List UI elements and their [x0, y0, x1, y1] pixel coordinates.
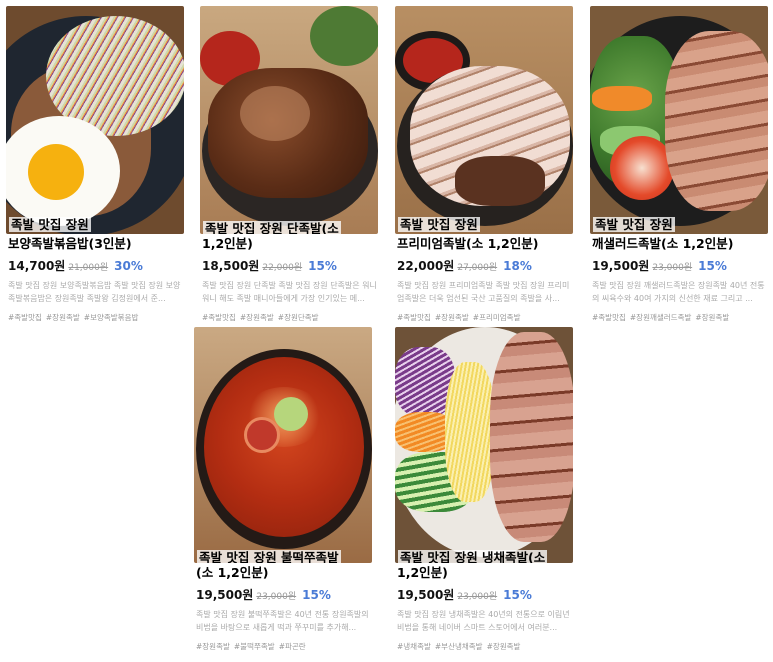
tag[interactable]: #족발맛집 [592, 313, 626, 322]
product-name[interactable]: 프리미엄족발(소 1,2인분) [395, 235, 573, 253]
cold-jokbal-image[interactable]: 족발 맛집 장원 냉채족발(소 [395, 327, 573, 563]
tag[interactable]: #냉채족발 [397, 642, 431, 651]
product-description: 족발 맛집 장원 냉채족발은 40년의 전통으로 이림년 비법을 통해 네이버 … [397, 610, 570, 632]
tag[interactable]: #족발맛집 [202, 313, 236, 322]
spicy-jokbal-image[interactable]: 족발 맛집 장원 불떡쭈족발 [194, 327, 372, 563]
product-store-name: 족발 맛집 장원 단족발(소 [203, 221, 341, 234]
product-tags: #족발맛집 #장원족발 #보양족발볶음밥 [6, 312, 184, 323]
product-discount: 15% [308, 259, 337, 273]
product-discount: 30% [114, 259, 143, 273]
product-card[interactable]: 족발 맛집 장원 불떡쭈족발 (소 1,2인분) 19,500원 23,000원 1… [194, 327, 372, 652]
product-card[interactable]: 족발 맛집 장원 냉채족발(소 1,2인분) 19,500원 23,000원 15%… [395, 327, 573, 652]
product-original-price: 23,000원 [652, 263, 693, 273]
product-original-price: 27,000원 [457, 263, 498, 273]
product-name[interactable]: 1,2인분) [395, 564, 573, 582]
tag[interactable]: #족발맛집 [397, 313, 431, 322]
product-price: 19,500원 [196, 588, 254, 602]
tag[interactable]: #장원족발 [240, 313, 274, 322]
tag[interactable]: #프리미엄족발 [473, 313, 521, 322]
product-card[interactable]: 족발 맛집 장원 프리미엄족발(소 1,2인분) 22,000원 27,000원 1… [395, 6, 573, 323]
fried-rice-with-egg-image[interactable]: 족발 맛집 장원 [6, 6, 184, 234]
tag[interactable]: #장원족발 [487, 642, 521, 651]
product-description: 족발 맛집 장원 보양족발볶음밥 족발 맛집 장원 보양족발볶음밥은 장원족발 … [8, 281, 181, 303]
product-description: 족발 맛집 장원 프리미엄족발 족발 맛집 장원 프리미엄족발은 더욱 엄선된 … [397, 281, 570, 303]
tag[interactable]: #보양족발볶음밥 [84, 313, 139, 322]
product-store-name: 족발 맛집 장원 불떡쭈족발 [197, 550, 341, 563]
tag[interactable]: #족발맛집 [8, 313, 42, 322]
tag[interactable]: #장원족발 [196, 642, 230, 651]
product-tags: #족발맛집 #장원족발 #프리미엄족발 [395, 312, 573, 323]
product-discount: 15% [503, 588, 532, 602]
tag[interactable]: #장원단족발 [278, 313, 319, 322]
tag[interactable]: #장원족발 [695, 313, 729, 322]
product-original-price: 23,000원 [256, 592, 297, 602]
salad-jokbal-image[interactable]: 족발 맛집 장원 [590, 6, 768, 234]
product-discount: 18% [503, 259, 532, 273]
product-tags: #족발맛집 #장원깨샐러드족발 #장원족발 [590, 312, 768, 323]
product-original-price: 22,000원 [262, 263, 303, 273]
premium-jokbal-image[interactable]: 족발 맛집 장원 [395, 6, 573, 234]
product-description: 족발 맛집 장원 단족발 족발 맛집 장원 단족발은 워니워니 해도 족발 매니… [202, 281, 377, 303]
product-original-price: 23,000원 [457, 592, 498, 602]
tag[interactable]: #불떡쭈족발 [234, 642, 275, 651]
product-store-name: 족발 맛집 장원 [398, 217, 480, 232]
product-card[interactable]: 족발 맛집 장원 보양족발볶음밥(3인분) 14,700원 21,000원 30% … [6, 6, 184, 323]
product-tags: #냉채족발 #부산냉채족발 #장원족발 [395, 641, 573, 652]
product-tags: #족발맛집 #장원족발 #장원단족발 [200, 312, 378, 323]
product-store-name: 족발 맛집 장원 냉채족발(소 [398, 550, 548, 563]
product-discount: 15% [698, 259, 727, 273]
tag[interactable]: #장원깨샐러드족발 [630, 313, 691, 322]
product-card[interactable]: 족발 맛집 장원 단족발(소 1,2인분) 18,500원 22,000원 15% … [200, 6, 378, 323]
product-name[interactable]: (소 1,2인분) [194, 564, 372, 582]
product-price: 19,500원 [592, 259, 650, 273]
product-name[interactable]: 보양족발볶음밥(3인분) [6, 235, 184, 253]
product-card[interactable]: 족발 맛집 장원 깨샐러드족발(소 1,2인분) 19,500원 23,000원 1… [590, 6, 768, 323]
product-name[interactable]: 깨샐러드족발(소 1,2인분) [590, 235, 768, 253]
sweet-jokbal-image[interactable]: 족발 맛집 장원 단족발(소 [200, 6, 378, 234]
tag[interactable]: #파곤란 [279, 642, 306, 651]
product-discount: 15% [302, 588, 331, 602]
product-store-name: 족발 맛집 장원 [593, 217, 675, 232]
product-description: 족발 맛집 장원 깨샐러드족발은 장원족발 40년 전통의 씨육수와 40여 가… [592, 281, 765, 303]
product-name[interactable]: 1,2인분) [200, 235, 378, 253]
product-store-name: 족발 맛집 장원 [9, 217, 91, 232]
product-price: 19,500원 [397, 588, 455, 602]
product-description: 족발 맛집 장원 불떡쭈족발은 40년 전통 장원족발의 비법을 바탕으로 새롭… [196, 610, 369, 632]
product-price: 22,000원 [397, 259, 455, 273]
product-price: 14,700원 [8, 259, 66, 273]
tag[interactable]: #장원족발 [435, 313, 469, 322]
product-price: 18,500원 [202, 259, 260, 273]
product-original-price: 21,000원 [68, 263, 109, 273]
product-tags: #장원족발 #불떡쭈족발 #파곤란 [194, 641, 372, 652]
tag[interactable]: #부산냉채족발 [435, 642, 483, 651]
tag[interactable]: #장원족발 [46, 313, 80, 322]
